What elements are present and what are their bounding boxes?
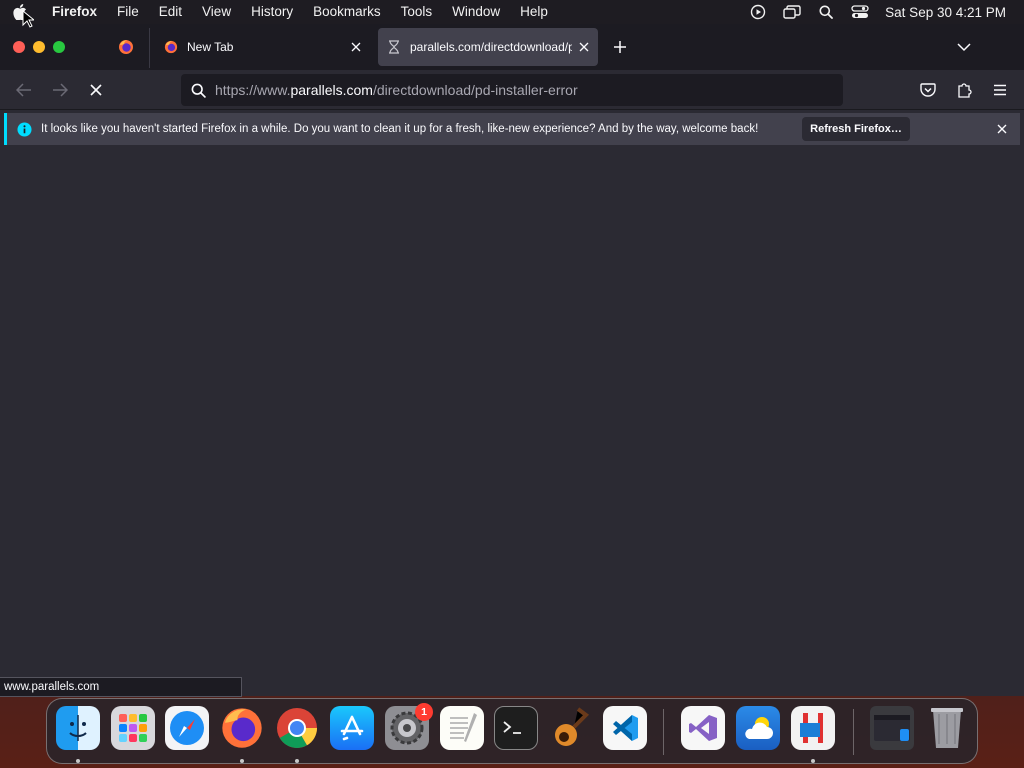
running-indicator bbox=[811, 759, 815, 763]
search-icon bbox=[181, 83, 215, 98]
url-bar[interactable]: https://www.parallels.com/directdownload… bbox=[181, 74, 843, 106]
mouse-pointer-icon bbox=[22, 10, 34, 28]
back-arrow-icon[interactable] bbox=[12, 78, 36, 102]
garageband-guitar-icon[interactable] bbox=[548, 706, 592, 750]
spotlight-search-icon[interactable] bbox=[809, 5, 843, 19]
new-tab-plus-icon[interactable] bbox=[610, 37, 630, 57]
visual-studio-code-icon[interactable] bbox=[603, 706, 647, 750]
window-zoom-button[interactable] bbox=[53, 41, 65, 53]
firefox-icon[interactable] bbox=[220, 706, 264, 750]
textedit-icon[interactable] bbox=[440, 706, 484, 750]
running-indicator bbox=[76, 759, 80, 763]
menu-file[interactable]: File bbox=[107, 0, 149, 24]
notification-message: It looks like you haven't started Firefo… bbox=[41, 123, 759, 135]
app-store-icon[interactable] bbox=[330, 706, 374, 750]
google-chrome-icon[interactable] bbox=[275, 706, 319, 750]
hourglass-icon bbox=[386, 39, 402, 55]
running-indicator bbox=[240, 759, 244, 763]
list-all-tabs-chevron-down-icon[interactable] bbox=[954, 37, 974, 57]
refresh-firefox-button[interactable]: Refresh Firefox… bbox=[802, 117, 910, 141]
menu-bookmarks[interactable]: Bookmarks bbox=[303, 0, 391, 24]
dock-divider bbox=[853, 709, 854, 755]
tab-new-tab[interactable]: New Tab bbox=[155, 28, 370, 66]
macos-dock: 1 bbox=[46, 698, 978, 764]
window-close-button[interactable] bbox=[13, 41, 25, 53]
info-icon bbox=[7, 121, 41, 137]
navigation-toolbar: https://www.parallels.com/directdownload… bbox=[0, 70, 1024, 110]
control-center-icon[interactable] bbox=[843, 5, 877, 19]
tab-close-icon[interactable] bbox=[572, 42, 596, 52]
close-icon[interactable] bbox=[994, 121, 1010, 137]
extensions-puzzle-icon[interactable] bbox=[952, 78, 976, 102]
menu-help[interactable]: Help bbox=[510, 0, 558, 24]
menu-edit[interactable]: Edit bbox=[149, 0, 192, 24]
stop-loading-x-icon[interactable] bbox=[84, 78, 108, 102]
tab-strip: New Tab parallels.com/directdownload/pd-… bbox=[0, 24, 1024, 70]
window-minimize-button[interactable] bbox=[33, 41, 45, 53]
dock-divider bbox=[663, 709, 664, 755]
notification-badge: 1 bbox=[415, 703, 433, 721]
safari-icon[interactable] bbox=[165, 706, 209, 750]
pocket-icon[interactable] bbox=[916, 78, 940, 102]
parallels-desktop-icon[interactable] bbox=[791, 706, 835, 750]
screen-mirroring-icon[interactable] bbox=[775, 5, 809, 19]
minimized-window-thumbnail-icon[interactable] bbox=[870, 706, 914, 750]
apple-menu-icon[interactable] bbox=[0, 4, 40, 20]
tab-title: parallels.com/directdownload/pd-installe… bbox=[410, 40, 572, 54]
launchpad-icon[interactable] bbox=[111, 706, 155, 750]
system-settings-gear-icon[interactable]: 1 bbox=[385, 703, 433, 750]
visual-studio-icon[interactable] bbox=[681, 706, 725, 750]
hamburger-menu-icon[interactable] bbox=[988, 78, 1012, 102]
link-status-panel: www.parallels.com bbox=[0, 677, 242, 697]
pinned-tab-firefox[interactable] bbox=[112, 37, 140, 57]
firefox-icon bbox=[163, 39, 179, 55]
menu-tools[interactable]: Tools bbox=[391, 0, 443, 24]
page-content-area[interactable] bbox=[0, 150, 1024, 696]
screen-recording-icon[interactable] bbox=[741, 4, 775, 20]
tab-title: New Tab bbox=[187, 40, 234, 54]
firefox-window: New Tab parallels.com/directdownload/pd-… bbox=[0, 24, 1024, 697]
url-text: https://www.parallels.com/directdownload… bbox=[215, 82, 578, 98]
menu-app-firefox[interactable]: Firefox bbox=[40, 0, 107, 24]
trash-icon[interactable] bbox=[925, 706, 969, 750]
running-indicator bbox=[295, 759, 299, 763]
menu-history[interactable]: History bbox=[241, 0, 303, 24]
tab-close-icon[interactable] bbox=[344, 42, 368, 52]
menu-view[interactable]: View bbox=[192, 0, 241, 24]
refresh-firefox-notification: It looks like you haven't started Firefo… bbox=[4, 113, 1020, 145]
weather-icon[interactable] bbox=[736, 706, 780, 750]
terminal-icon[interactable] bbox=[494, 706, 538, 750]
firefox-icon bbox=[119, 40, 133, 54]
tab-separator bbox=[149, 28, 150, 68]
finder-icon[interactable] bbox=[56, 706, 100, 750]
macos-menu-bar: Firefox File Edit View History Bookmarks… bbox=[0, 0, 1024, 24]
forward-arrow-icon[interactable] bbox=[48, 78, 72, 102]
menu-window[interactable]: Window bbox=[442, 0, 510, 24]
tab-parallels[interactable]: parallels.com/directdownload/pd-installe… bbox=[378, 28, 598, 66]
menu-clock[interactable]: Sat Sep 30 4:21 PM bbox=[877, 5, 1006, 20]
